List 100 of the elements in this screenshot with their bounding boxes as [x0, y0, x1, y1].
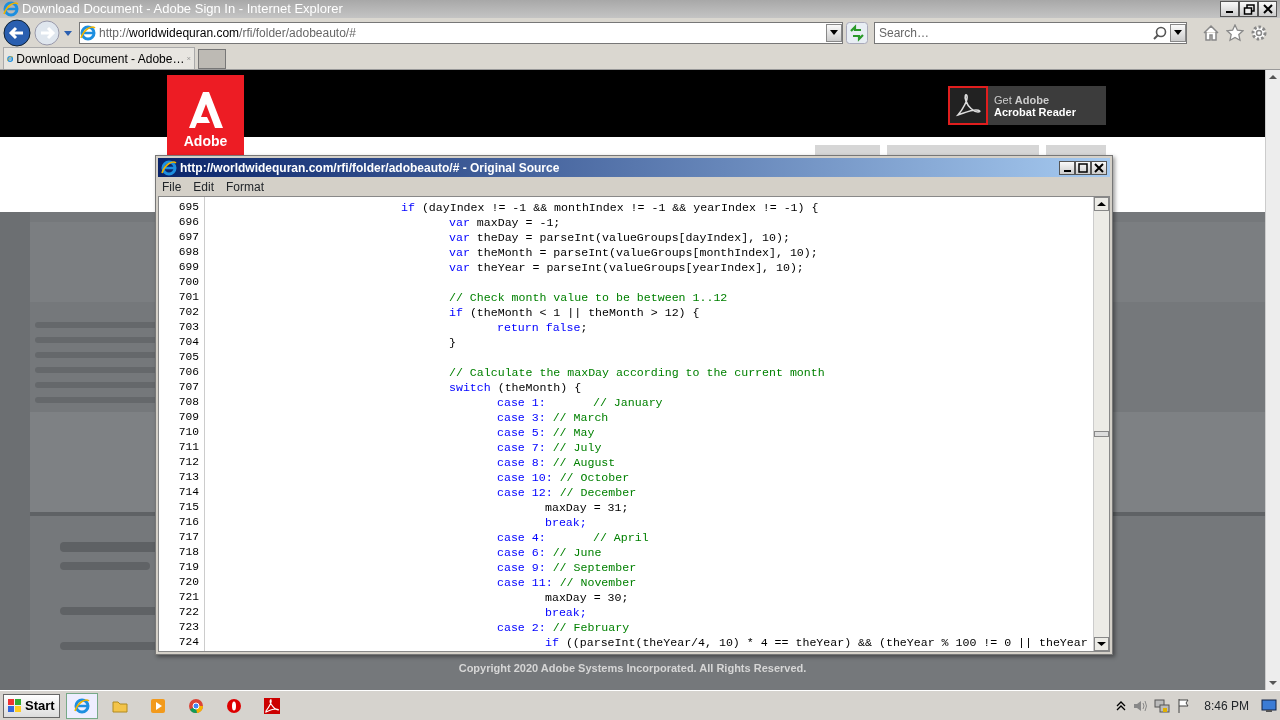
line-number: 699 — [177, 260, 200, 275]
line-number: 717 — [177, 530, 200, 545]
dropdown-icon[interactable] — [1174, 30, 1182, 36]
line-number: 720 — [177, 575, 200, 590]
line-number: 710 — [177, 425, 200, 440]
code-line: if ((parseInt(theYear/4, 10) * 4 == theYear) && (theYear % 100 != 0 || theYear — [544, 635, 1088, 650]
line-number: 711 — [177, 440, 200, 455]
code-line: case 3: // March — [496, 410, 609, 425]
code-line: } — [448, 335, 456, 350]
line-number: 700 — [177, 275, 200, 290]
line-number: 723 — [177, 620, 200, 635]
dropdown-icon[interactable] — [830, 30, 838, 36]
code-line: case 10: // October — [496, 470, 630, 485]
line-number: 696 — [177, 215, 200, 230]
line-number: 715 — [177, 500, 200, 515]
line-number: 722 — [177, 605, 200, 620]
opera-icon — [225, 697, 242, 714]
minimize-icon — [1063, 169, 1071, 172]
browser-logo-icon — [3, 1, 19, 17]
scroll-up-icon[interactable] — [1094, 197, 1109, 211]
show-desktop-icon[interactable] — [1261, 698, 1277, 713]
browser-icon — [73, 697, 90, 714]
code-line: case 7: // July — [496, 440, 602, 455]
new-tab-button[interactable] — [198, 49, 226, 69]
browser-tab[interactable]: Download Document - Adobe… — [3, 47, 195, 69]
copyright-text: Copyright 2020 Adobe Systems Incorporated. All Rights Reserved. — [457, 660, 808, 676]
code-line: break; — [544, 605, 587, 620]
code-line: // Calculate the maxDay according to the current month — [448, 365, 825, 380]
get-reader-button[interactable]: Get Adobe Acrobat Reader — [948, 86, 1106, 125]
search-input[interactable]: Search… — [875, 24, 1145, 42]
star-icon[interactable] — [1226, 24, 1244, 42]
code-line: maxDay = 31; — [544, 500, 629, 515]
scrollbar[interactable] — [1265, 70, 1280, 690]
line-number: 719 — [177, 560, 200, 575]
show-hidden-icons-icon[interactable] — [1116, 700, 1127, 711]
settings-icon[interactable] — [1250, 24, 1268, 42]
code-line: case 6: // June — [496, 545, 602, 560]
windows-logo-icon — [8, 698, 22, 713]
code-line: case 5: // May — [496, 425, 595, 440]
code-line: // Check month value to be between 1..12 — [448, 290, 728, 305]
adobe-logo: Adobe — [167, 75, 244, 155]
minimize-button[interactable] — [1059, 160, 1075, 175]
menu-item[interactable]: File — [162, 177, 182, 196]
history-dropdown-icon[interactable] — [63, 29, 73, 37]
window-title: http://worldwidequran.com/rfi/folder/adobeauto/# - Original Source — [180, 159, 561, 177]
address-text: http://worldwidequran.com/rfi/folder/adobeauto/# — [99, 25, 356, 42]
close-button[interactable] — [1258, 1, 1277, 17]
line-number: 695 — [177, 200, 200, 215]
media-player-icon — [149, 697, 166, 714]
acrobat-icon — [263, 697, 280, 714]
line-number: 709 — [177, 410, 200, 425]
address-bar[interactable]: http://worldwidequran.com/rfi/folder/adobeauto/# — [79, 22, 843, 44]
acrobat-icon — [955, 92, 981, 119]
line-number: 721 — [177, 590, 200, 605]
code-line: case 8: // August — [496, 455, 616, 470]
reader-text: Acrobat Reader — [994, 105, 1076, 118]
restore-icon — [1242, 3, 1255, 15]
code-line: case 4: // April — [496, 530, 649, 545]
code-line: var theMonth = parseInt(valueGroups[monthIndex], 10); — [448, 245, 818, 260]
close-button[interactable] — [1091, 160, 1107, 175]
scroll-down-icon[interactable] — [1094, 637, 1109, 651]
menu-item[interactable]: Format — [226, 177, 265, 196]
line-number: 702 — [177, 305, 200, 320]
line-number: 703 — [177, 320, 200, 335]
menu-item[interactable]: Edit — [193, 177, 215, 196]
browser-logo-icon — [161, 159, 177, 176]
code-line: if (dayIndex != -1 && monthIndex != -1 && yearIndex != -1) { — [400, 200, 819, 215]
maximize-button[interactable] — [1075, 160, 1091, 175]
code-line: break; — [544, 515, 587, 530]
taskbar-button[interactable] — [65, 692, 98, 719]
window-title: Download Document - Adobe Sign In - Internet Explorer — [22, 0, 344, 19]
line-number: 724 — [177, 635, 200, 650]
search-icon[interactable] — [1153, 26, 1167, 40]
scrollbar[interactable] — [1093, 197, 1109, 651]
network-icon[interactable] — [1154, 697, 1171, 714]
code-line: case 2: // February — [496, 620, 630, 635]
code-line: switch (theMonth) { — [448, 380, 582, 395]
browser-logo-icon — [80, 25, 96, 41]
minimize-button[interactable] — [1220, 1, 1239, 17]
line-number: 705 — [177, 350, 200, 365]
line-number: 708 — [177, 395, 200, 410]
search-field[interactable]: Search… — [874, 22, 1187, 44]
line-number: 713 — [177, 470, 200, 485]
reader-text: Get Adobe — [994, 93, 1051, 106]
code-line: return false; — [496, 320, 588, 335]
line-number: 718 — [177, 545, 200, 560]
restore-button[interactable] — [1239, 1, 1258, 17]
maximize-icon — [1077, 161, 1089, 174]
line-number: 707 — [177, 380, 200, 395]
code-line: case 12: // December — [496, 485, 637, 500]
line-number: 698 — [177, 245, 200, 260]
line-number: 714 — [177, 485, 200, 500]
compatibility-icon[interactable] — [846, 22, 868, 44]
code-line: if (theMonth < 1 || theMonth > 12) { — [448, 305, 700, 320]
home-icon[interactable] — [1202, 24, 1220, 42]
back-button[interactable] — [3, 19, 31, 47]
start-button[interactable]: Start — [3, 693, 60, 718]
code-line: var theDay = parseInt(valueGroups[dayIndex], 10); — [448, 230, 790, 245]
code-line: maxDay = 30; — [544, 590, 629, 605]
scroll-thumb[interactable] — [1094, 431, 1109, 437]
